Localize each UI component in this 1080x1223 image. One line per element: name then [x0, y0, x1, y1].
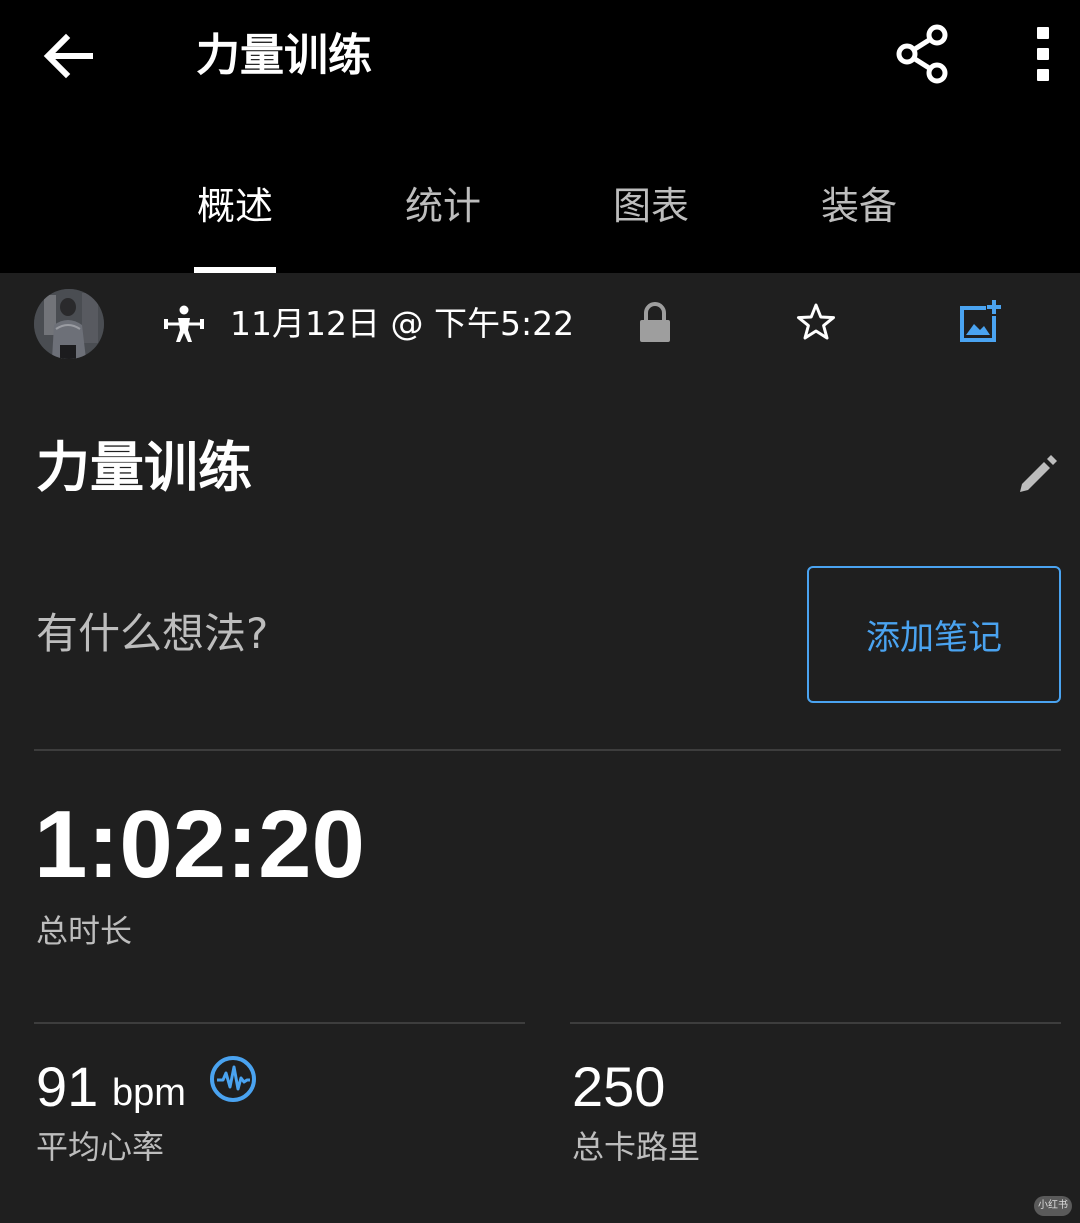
star-outline-icon[interactable] — [794, 300, 838, 344]
duration-label: 总时长 — [36, 912, 133, 950]
heart-rate-icon[interactable] — [208, 1054, 258, 1104]
tab-gear[interactable]: 装备 — [804, 178, 914, 273]
heart-rate-label: 平均心率 — [36, 1128, 165, 1166]
back-button[interactable] — [38, 26, 98, 86]
heart-rate-unit: bpm — [112, 1072, 186, 1114]
active-tab-indicator — [194, 267, 276, 273]
watermark: 小红书 — [1034, 1196, 1072, 1216]
page-title: 力量训练 — [196, 30, 372, 81]
activity-title: 力量训练 — [36, 436, 252, 499]
divider — [570, 1022, 1061, 1024]
divider — [34, 749, 1061, 751]
note-prompt[interactable]: 有什么想法? — [36, 604, 268, 664]
arrow-left-icon — [43, 33, 93, 79]
tab-overview[interactable]: 概述 — [180, 178, 290, 273]
duration-value: 1:02:20 — [34, 791, 365, 898]
pencil-icon[interactable] — [1014, 450, 1060, 496]
share-button[interactable] — [890, 22, 954, 86]
add-note-button[interactable]: 添加笔记 — [807, 566, 1061, 703]
tab-stats[interactable]: 统计 — [388, 178, 498, 273]
avatar[interactable] — [34, 289, 104, 359]
divider — [34, 1022, 525, 1024]
more-vertical-icon[interactable] — [1018, 22, 1068, 86]
avatar-image — [34, 289, 104, 359]
strength-training-icon — [164, 305, 204, 342]
heart-rate-value: 91 — [36, 1055, 99, 1118]
app-bar: 力量训练 概述 统计 图表 装备 — [0, 0, 1080, 273]
calories-label: 总卡路里 — [572, 1128, 701, 1166]
share-icon — [896, 24, 948, 84]
tab-charts[interactable]: 图表 — [596, 178, 706, 273]
lock-icon[interactable] — [636, 300, 674, 344]
add-photo-icon[interactable] — [956, 298, 1004, 346]
activity-date: 11月12日 @ 下午5:22 — [230, 304, 575, 343]
calories-value: 250 — [572, 1055, 666, 1118]
